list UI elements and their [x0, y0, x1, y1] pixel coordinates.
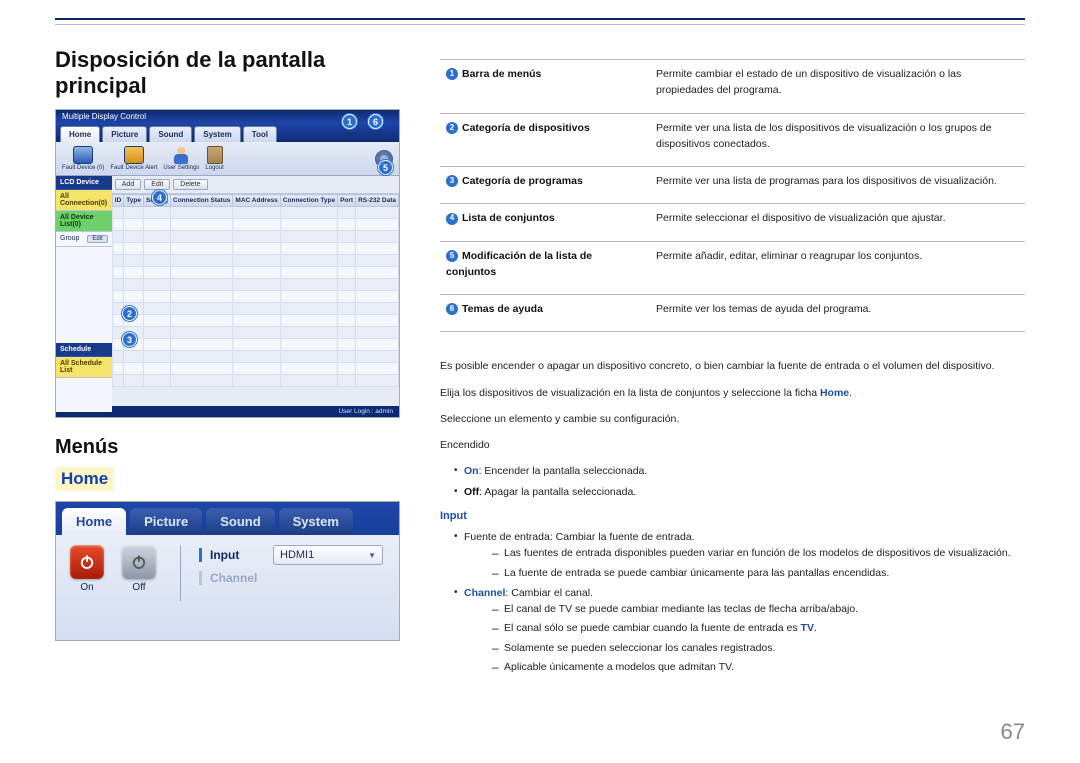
para-configure: Seleccione un elemento y cambie su confi…	[440, 411, 1025, 427]
para-select: Elija los dispositivos de visualización …	[440, 385, 1025, 401]
sidebar-all-connection[interactable]: All Connection(0)	[56, 190, 112, 211]
power-off-button[interactable]: Off	[116, 545, 162, 641]
fault-device-icon[interactable]: Fault Device (0)	[62, 146, 104, 171]
ztab-home[interactable]: Home	[62, 508, 126, 535]
h2-menus: Menús	[55, 436, 400, 459]
power-on-button[interactable]: On	[64, 545, 110, 641]
sidebar-lcd-section[interactable]: LCD Device	[56, 176, 112, 190]
user-settings-icon[interactable]: User Settings	[163, 146, 199, 171]
device-delete-button[interactable]: Delete	[173, 179, 207, 190]
input-select[interactable]: HDMI1 ▼	[273, 545, 383, 565]
input-row: Input HDMI1 ▼	[199, 545, 383, 565]
group-edit-button[interactable]: Edit	[87, 235, 107, 243]
logout-icon[interactable]: Logout	[205, 146, 223, 171]
home-heading: Home	[55, 467, 114, 491]
legend-table: 1Barra de menúsPermite cambiar el estado…	[440, 59, 1025, 332]
device-edit-button[interactable]: Edit	[144, 179, 170, 190]
callout-6: 6	[368, 114, 383, 129]
callout-2: 2	[122, 306, 137, 321]
sidebar-all-device-list[interactable]: All Device List(0)	[56, 211, 112, 232]
para-intro: Es posible encender o apagar un disposit…	[440, 358, 1025, 374]
device-table: IDType SettingConnection Status MAC Addr…	[112, 194, 399, 387]
input-subhead: Input	[440, 508, 1025, 525]
sidebar-all-schedule[interactable]: All Schedule List	[56, 357, 112, 378]
fault-alert-icon[interactable]: Fault Device Alert	[110, 146, 157, 171]
para-encendido: Encendido	[440, 437, 1025, 453]
device-add-button[interactable]: Add	[115, 179, 141, 190]
sidebar-schedule-section[interactable]: Schedule	[56, 343, 112, 357]
input-list: Fuente de entrada: Cambiar la fuente de …	[440, 529, 1025, 675]
app-sidebar: LCD Device All Connection(0) All Device …	[56, 176, 112, 406]
page-number: 67	[1001, 719, 1025, 745]
app-toolbar: Fault Device (0) Fault Device Alert User…	[56, 142, 399, 176]
software-screenshot: Multiple Display Control Home Picture So…	[55, 109, 400, 418]
callout-4: 4	[152, 190, 167, 205]
power-icon	[78, 553, 96, 571]
tab-picture[interactable]: Picture	[102, 126, 147, 142]
callout-3: 3	[122, 332, 137, 347]
onoff-list: On: Encender la pantalla seleccionada. O…	[440, 463, 1025, 500]
channel-row: Channel	[199, 571, 383, 585]
callout-1: 1	[342, 114, 357, 129]
tab-system[interactable]: System	[194, 126, 240, 142]
power-icon	[130, 553, 148, 571]
tab-tool[interactable]: Tool	[243, 126, 277, 142]
chevron-down-icon: ▼	[368, 551, 376, 560]
ztab-sound[interactable]: Sound	[206, 508, 274, 535]
tab-home[interactable]: Home	[60, 126, 100, 142]
callout-5: 5	[378, 160, 393, 175]
ztab-system[interactable]: System	[279, 508, 353, 535]
sidebar-group-row[interactable]: Group Edit	[56, 232, 112, 247]
tab-sound[interactable]: Sound	[149, 126, 192, 142]
h1-disposicion: Disposición de la pantalla principal	[55, 47, 400, 99]
ztab-picture[interactable]: Picture	[130, 508, 202, 535]
home-screenshot: Home Picture Sound System On Off	[55, 501, 400, 641]
